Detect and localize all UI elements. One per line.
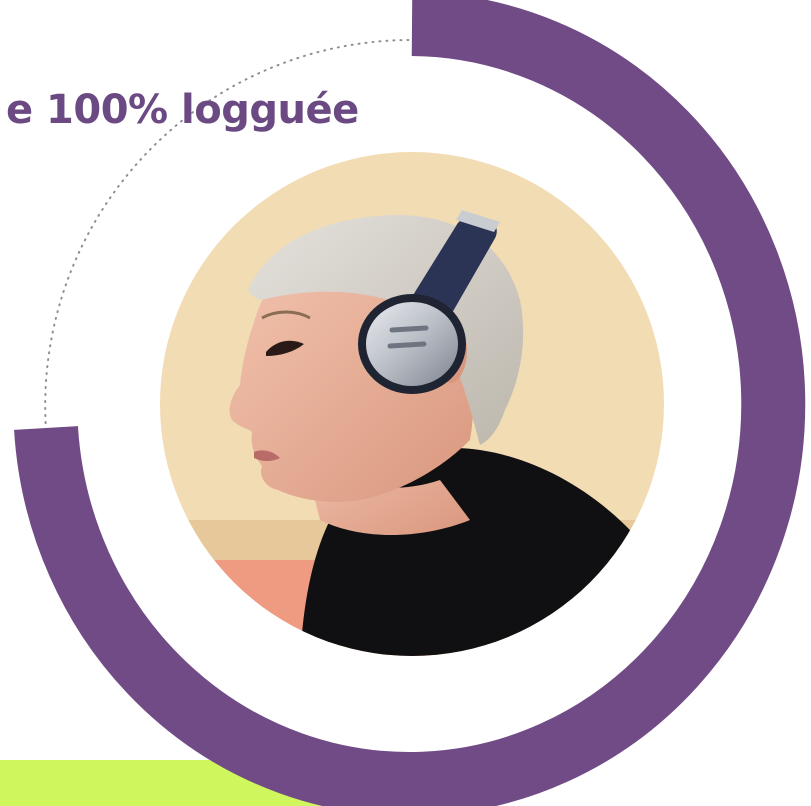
headline: e 100% logguée	[6, 87, 359, 133]
hero-section: e 100% logguée	[0, 0, 811, 806]
profile-photo	[160, 152, 664, 656]
